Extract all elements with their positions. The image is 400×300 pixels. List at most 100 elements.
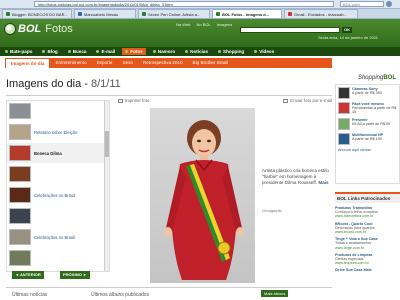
product-image [338, 132, 350, 145]
bol-logo[interactable]: BOL Fotos [4, 21, 73, 36]
right-sidebar: ShoppingBOL Câmeras Sony A partir de R$ 3… [335, 58, 400, 300]
thumbnail-item[interactable]: Relatório sobre Eleição [7, 122, 109, 142]
next-button[interactable]: PRÓXIMO ► [60, 271, 90, 279]
more-albums-button[interactable]: Mais álbuns [261, 290, 289, 297]
scope-bol[interactable]: No BOL [197, 22, 211, 27]
main-nav: Bate-papo Blog Busca E-mail Fotos Namoro… [0, 47, 400, 56]
thumbnail-item[interactable]: Celebrações no Brasil [7, 227, 109, 247]
sponsored-link[interactable]: Tinge + Vida a Sua Casa Tintas e acabamen… [335, 237, 400, 250]
tab-entretenimento[interactable]: Entretenimento [50, 58, 91, 68]
sponsored-link[interactable]: Produtos de Limpeza Ofertas especiais www.… [335, 253, 400, 266]
tab-sexo[interactable]: Sexo [117, 58, 137, 68]
shopping-offer[interactable]: Câmeras Sony A partir de R$ 399 [338, 87, 397, 99]
scrollbar-thumb[interactable] [105, 131, 109, 157]
nav-bate-papo[interactable]: Bate-papo [2, 48, 35, 55]
thumbnail-image [9, 103, 31, 119]
page-title: Imagens do dia - 8/1/11 [6, 78, 121, 90]
shopping-offer[interactable]: Faça você mesmo Ferramentas a partir de R… [338, 102, 397, 115]
sponsored-link[interactable]: Produtos Tramontina Conheça a linha compl… [335, 206, 400, 219]
photo-caption: Artista plástico cria boneca estilo "bar… [262, 168, 329, 185]
envelope-icon [283, 98, 289, 103]
scope-images[interactable]: Imagens [217, 22, 232, 27]
nav-namoro[interactable]: Namoro [150, 48, 178, 55]
search-icon [67, 50, 71, 53]
browser-tab[interactable]: Blogger: BONECOS DO BAR... [2, 9, 72, 18]
tab-imagens-do-dia[interactable]: Imagens do dia [5, 58, 51, 68]
chat-icon [5, 50, 8, 53]
thumbnail-item[interactable] [7, 164, 109, 184]
sponsored-link[interactable]: Deixe Sua Casa Mais [335, 268, 400, 272]
browser-search-input[interactable]: BOL.com [340, 1, 384, 7]
site-search-input[interactable] [240, 27, 340, 33]
thumbnail-image [9, 166, 31, 182]
blogger-icon [142, 12, 146, 16]
bol-logo-icon [4, 22, 16, 35]
section-tabs: Imagens do dia Entretenimento Esporte Se… [5, 58, 332, 68]
camera-icon [125, 50, 129, 53]
browser-tab-strip: Blogger: BONECOS DO BAR... Marcoabeto Me… [0, 9, 400, 19]
thumbnail-image [9, 250, 31, 266]
thumbnail-image [9, 208, 31, 224]
nav-fotos[interactable]: Fotos [122, 48, 146, 55]
email-photo-link[interactable]: Enviar foto por e-mail [283, 98, 332, 103]
thumbnail-image [9, 124, 31, 140]
sponsored-links-heading: BOL Links Patrocinados [335, 192, 400, 203]
caption-more-link[interactable]: Mais [318, 180, 328, 185]
shopping-offer[interactable]: Multifuncional HP A partir de R$ 199 [338, 132, 397, 145]
shopping-box: Câmeras Sony A partir de R$ 399 Faça você… [335, 84, 400, 184]
browser-tab-active[interactable]: BOL Fotos - Imagens d... [212, 9, 282, 18]
nav-blog[interactable]: Blog [39, 48, 60, 55]
thumbnail-item[interactable]: Celebrações no Brasil [7, 185, 109, 205]
browser-tab[interactable]: Marcoabeto Mecao [74, 9, 136, 18]
advertise-link[interactable]: Anuncie aqui ofertas [338, 148, 397, 152]
cart-icon [218, 50, 222, 53]
thumbnail-item[interactable] [7, 206, 109, 226]
tab-esporte[interactable]: Esporte [92, 58, 118, 68]
thumbnail-image [9, 229, 31, 245]
browser-toolbar: http://fotos.noticias.bol.uol.com.br/ima… [0, 0, 400, 9]
nav-shopping[interactable]: Shopping [215, 48, 247, 55]
page-date: 8/1/11 [91, 78, 121, 90]
mail-icon [96, 50, 100, 53]
print-photo-link[interactable]: Imprimir foto [118, 98, 149, 103]
bol-icon [216, 12, 220, 16]
bottom-bar: Últimas notícias Últimos álbuns publicad… [6, 287, 332, 300]
thumbnail-image [9, 187, 31, 203]
thumbnail-item-active[interactable]: Boneca Dilma [7, 143, 109, 163]
url-bar[interactable]: http://fotos.noticias.bol.uol.com.br/ima… [34, 1, 334, 7]
thumbnail-list: Relatório sobre Eleição Boneca Dilma Cel… [6, 100, 110, 272]
scope-web[interactable]: Na Web [176, 22, 190, 27]
latest-albums-heading: Últimos álbuns publicados [91, 292, 150, 298]
main-photo[interactable] [150, 108, 255, 283]
viewer-tools: Imprimir foto Enviar foto por e-mail [112, 97, 332, 105]
nav-noticias[interactable]: Notícias [182, 48, 211, 55]
sponsored-link[interactable]: BRcost - Quarto Cool Decoração para quart… [335, 222, 400, 235]
tab-bbb[interactable]: Big Brother Brasil [188, 58, 234, 68]
site-header: BOL Fotos Na Web No BOL Imagens OK Sexta… [0, 19, 400, 47]
thumbnail-image [9, 145, 31, 161]
thumbnail-item[interactable] [7, 248, 109, 268]
blog-icon [42, 50, 46, 53]
thumbnail-scrollbar[interactable] [104, 101, 109, 271]
nav-busca[interactable]: Busca [65, 48, 90, 55]
thumbnail-item[interactable] [7, 101, 109, 121]
heart-icon [152, 50, 156, 53]
shopping-offer[interactable]: Presente Kit A4 a partir de R$ 59 [338, 117, 397, 130]
search-icon[interactable] [386, 1, 392, 7]
tab-retrospectiva[interactable]: Retrospectiva 2010 [138, 58, 188, 68]
blogger-icon [6, 12, 10, 16]
doll-photo [164, 120, 244, 280]
search-ok-button[interactable]: OK [342, 27, 352, 33]
gmail-icon [288, 12, 292, 16]
browser-tab[interactable]: Gmail - Enviados - marcoab... [284, 9, 358, 18]
browser-tab[interactable]: Seven Pen Online: Artista a... [138, 9, 210, 18]
product-image [338, 117, 350, 130]
divider [6, 95, 332, 96]
previous-button[interactable]: ◄ ANTERIOR [12, 271, 44, 279]
nav-email[interactable]: E-mail [93, 48, 118, 55]
w-icon [78, 12, 82, 16]
printer-icon [118, 98, 123, 103]
nav-videos[interactable]: Vídeos [251, 48, 277, 55]
header-date: Sexta-feira, 14 de janeiro de 2011 [318, 35, 378, 40]
product-image [338, 87, 350, 99]
